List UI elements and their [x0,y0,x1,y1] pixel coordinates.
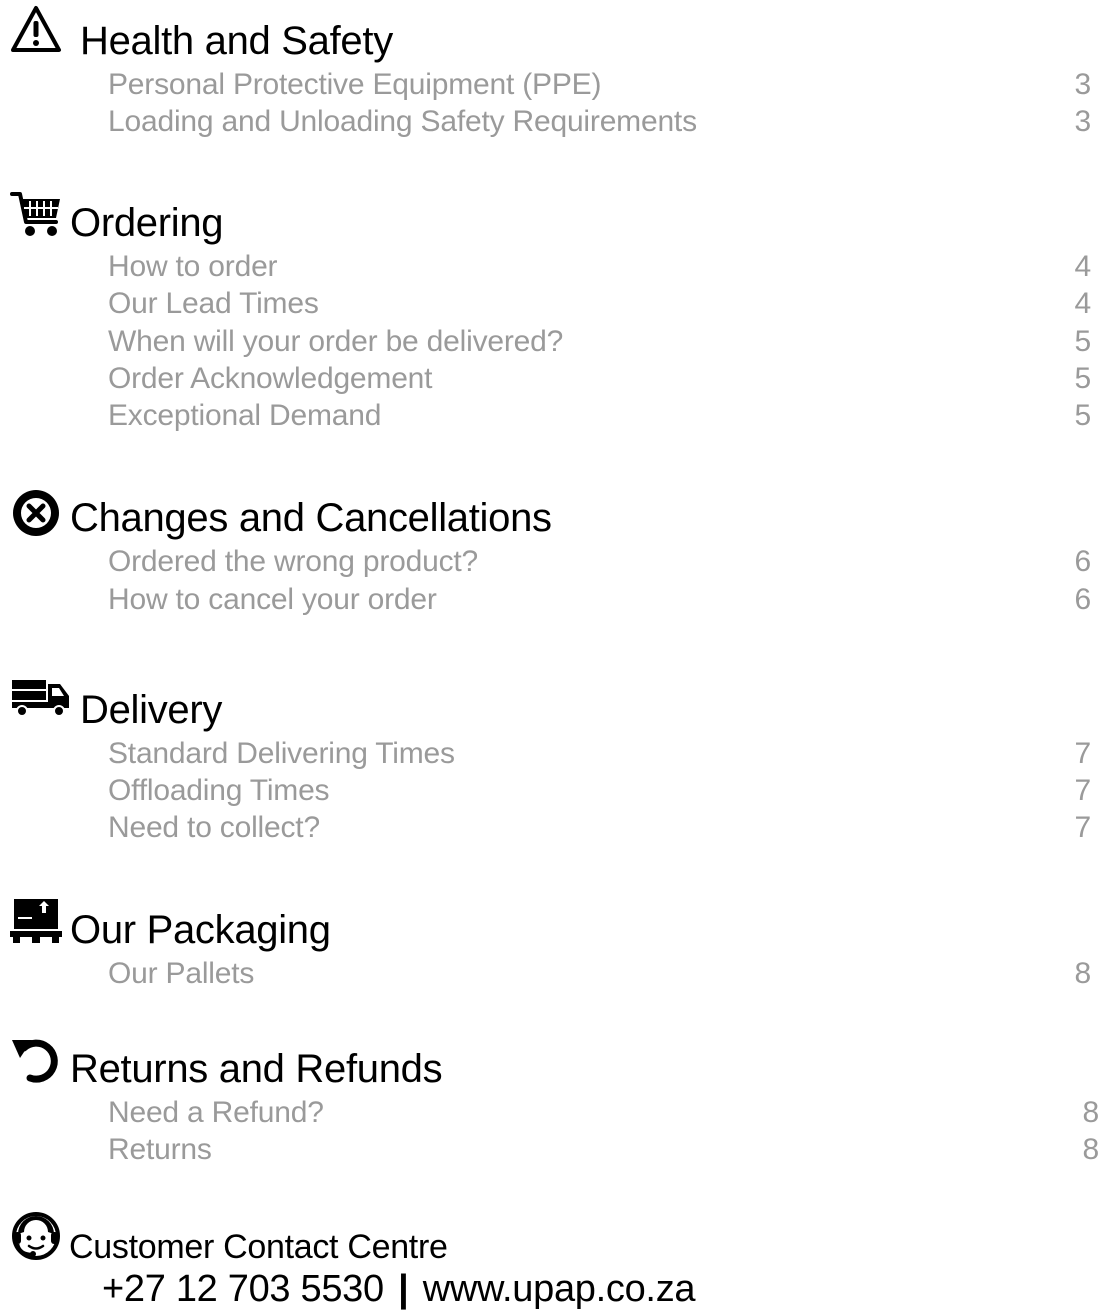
toc-entry-label: Our Pallets [108,957,255,990]
website-link[interactable]: www.upap.co.za [423,1268,696,1310]
toc-entry-label: Loading and Unloading Safety Requirement… [108,105,697,138]
undo-arrow-icon [10,1036,66,1092]
toc-entry-page: 8 [1074,957,1092,990]
toc-entry[interactable]: Loading and Unloading Safety Requirement… [108,103,1091,140]
toc-entry-label: Ordered the wrong product? [108,545,479,578]
cancel-circle-icon [10,487,66,543]
toc-entry-label: How to cancel your order [108,583,437,616]
toc-entry[interactable]: How to order 4 [108,248,1091,285]
toc-entry[interactable]: Order Acknowledgement 5 [108,360,1091,397]
toc-entry-label: Order Acknowledgement [108,362,433,395]
toc-entry-label: Exceptional Demand [108,399,382,432]
toc-entry-label: Need to collect? [108,811,320,844]
toc-entry-label: Offloading Times [108,774,330,807]
toc-entry-label: When will your order be delivered? [108,325,564,358]
toc-entry-page: 3 [1074,105,1092,138]
section-title: Our Packaging [70,908,331,952]
toc-entry-page: 7 [1074,737,1092,770]
toc-entry[interactable]: Offloading Times 7 [108,772,1091,809]
section-title: Health and Safety [80,19,393,63]
contact-details: +27 12 703 5530 | www.upap.co.za [102,1266,696,1312]
toc-entry-page: 5 [1074,399,1092,432]
toc-entry[interactable]: Need a Refund? 8 [108,1094,1099,1131]
toc-entry[interactable]: Personal Protective Equipment (PPE) 3 [108,66,1091,103]
toc-entry[interactable]: Standard Delivering Times 7 [108,735,1091,772]
toc-entry-page: 8 [1082,1133,1100,1166]
toc-entry-label: Standard Delivering Times [108,737,455,770]
warning-icon [10,4,66,60]
toc-entry-page: 3 [1074,68,1092,101]
toc-entry-label: How to order [108,250,278,283]
contact-title: Customer Contact Centre [69,1228,448,1266]
toc-entry-page: 5 [1074,325,1092,358]
toc-entry-label: Need a Refund? [108,1096,324,1129]
toc-entry-label: Returns [108,1133,212,1166]
toc-entry[interactable]: Ordered the wrong product? 6 [108,543,1091,580]
separator: | [398,1268,409,1310]
toc-entry[interactable]: Returns 8 [108,1131,1099,1168]
section-title: Ordering [70,201,224,245]
toc-entry-page: 4 [1074,250,1092,283]
toc-entry-page: 6 [1074,545,1092,578]
toc-entry-page: 7 [1074,774,1092,807]
pallet-box-icon [10,897,66,953]
toc-entry-label: Personal Protective Equipment (PPE) [108,68,602,101]
toc-entry[interactable]: Exceptional Demand 5 [108,397,1091,434]
phone-number-link[interactable]: +27 12 703 5530 [102,1268,384,1310]
toc-entry-label: Our Lead Times [108,287,319,320]
toc-entry-page: 8 [1082,1096,1100,1129]
toc-entry[interactable]: Need to collect? 7 [108,809,1091,846]
section-title: Changes and Cancellations [70,496,552,540]
shopping-cart-icon [10,190,66,246]
section-title: Returns and Refunds [70,1047,443,1091]
toc-entry-page: 7 [1074,811,1092,844]
toc-entry[interactable]: When will your order be delivered? 5 [108,323,1091,360]
toc-entry[interactable]: How to cancel your order 6 [108,581,1091,618]
toc-entry[interactable]: Our Pallets 8 [108,955,1091,992]
toc-entry-page: 6 [1074,583,1092,616]
headset-agent-icon [10,1210,66,1266]
toc-entry[interactable]: Our Lead Times 4 [108,285,1091,322]
truck-icon [10,676,72,732]
toc-entry-page: 4 [1074,287,1092,320]
toc-entry-page: 5 [1074,362,1092,395]
section-title: Delivery [80,688,223,732]
